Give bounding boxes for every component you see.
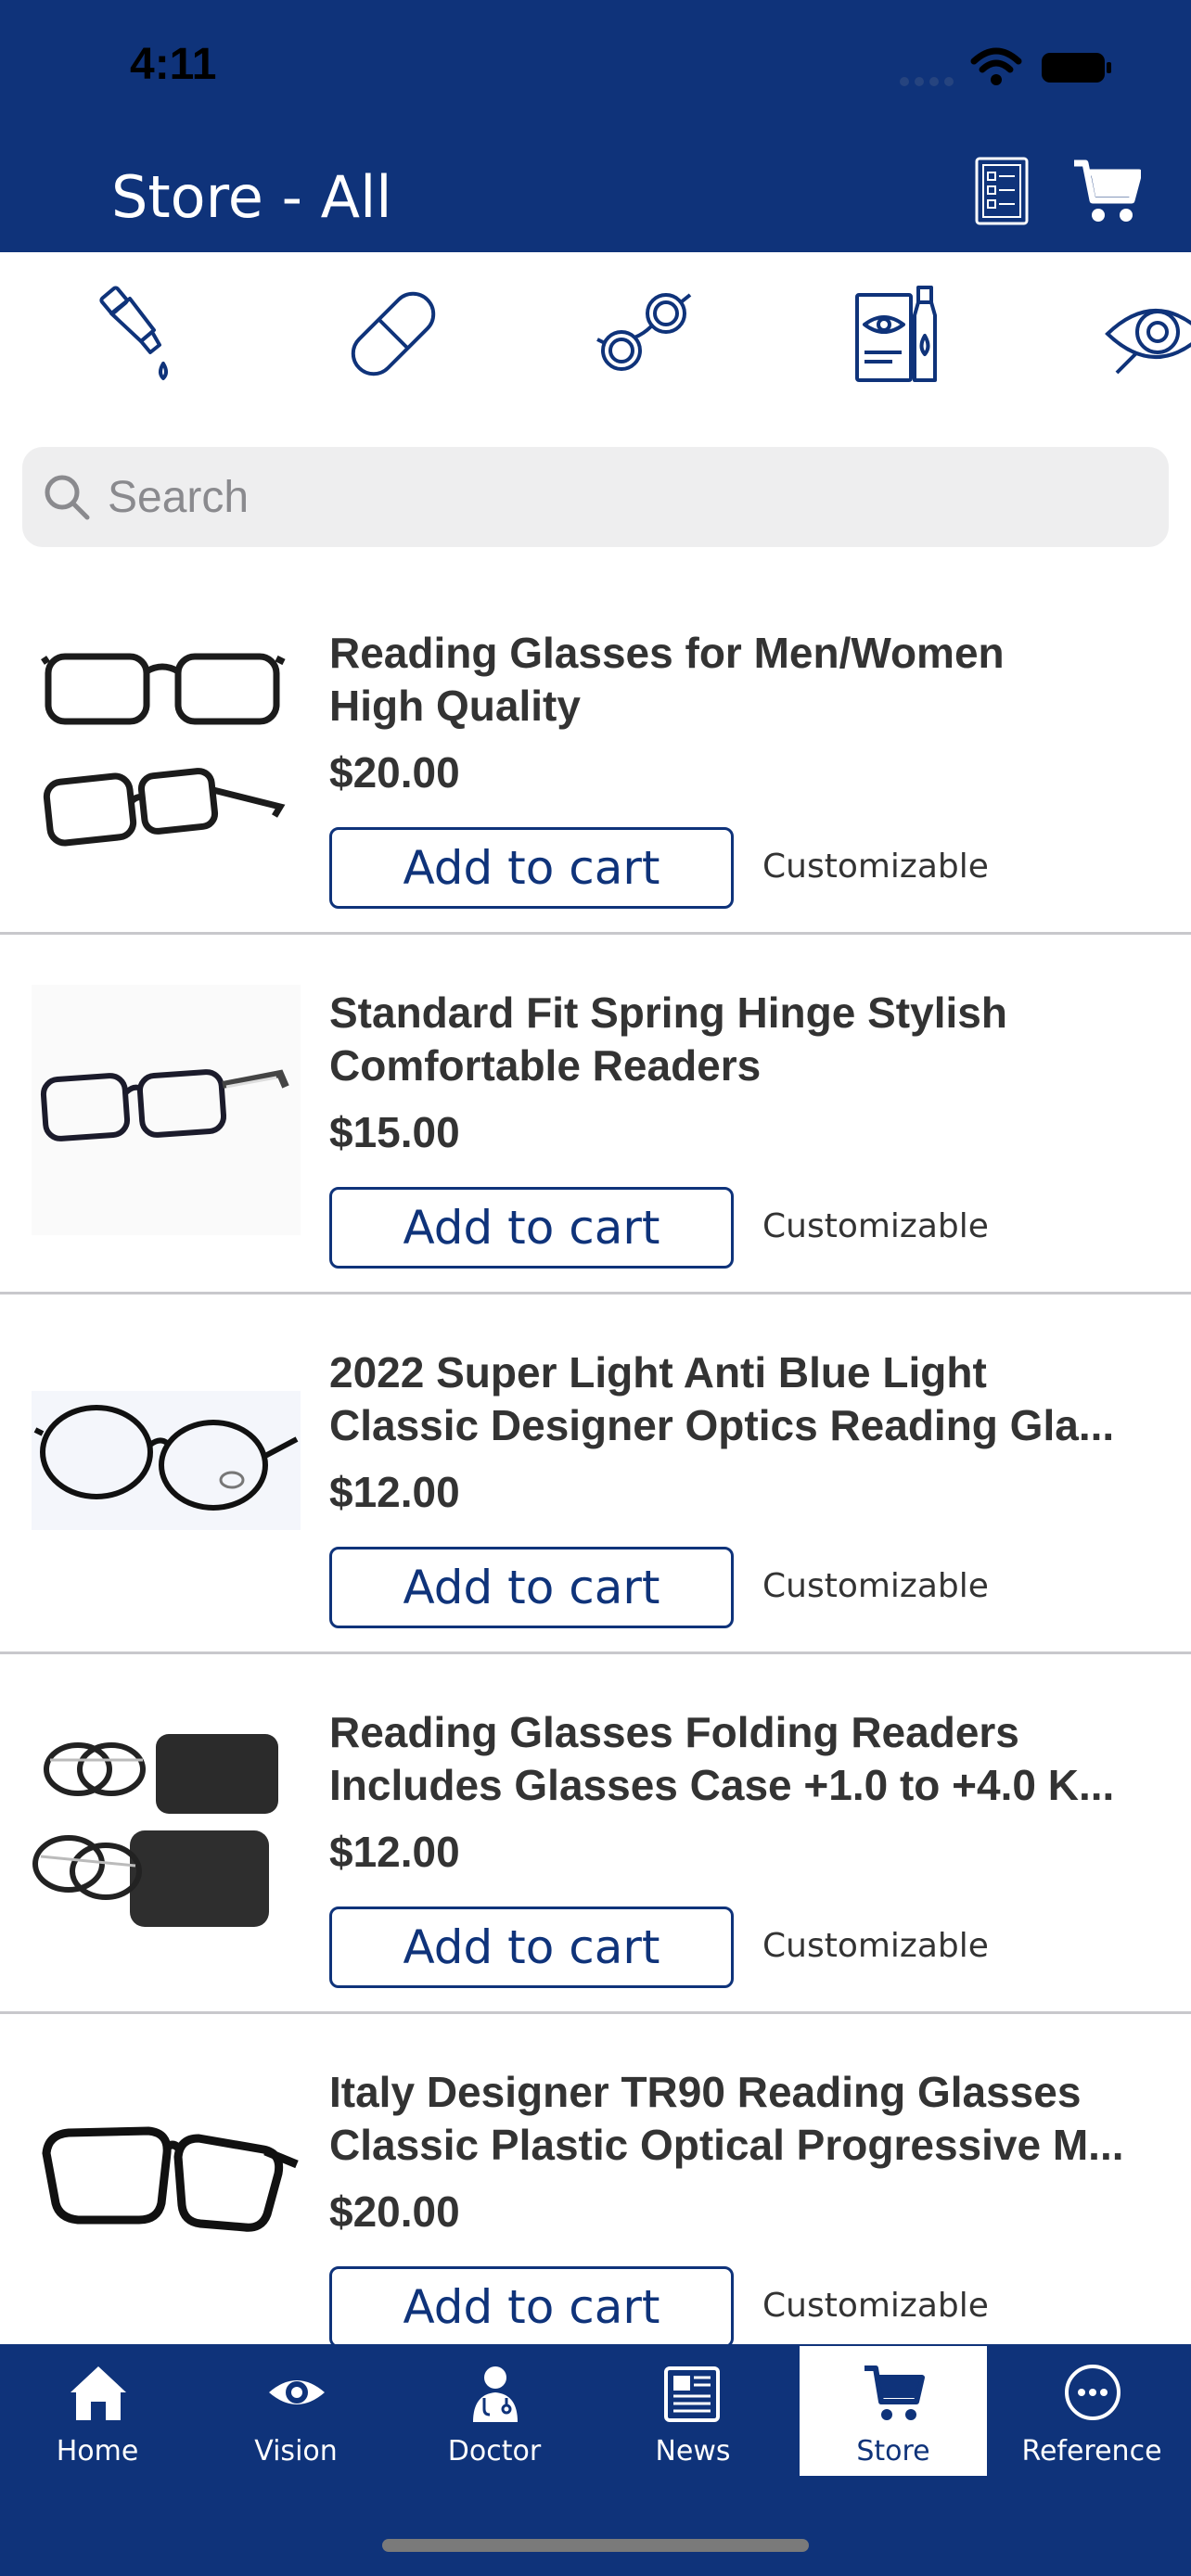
eye-drops-icon[interactable] (83, 278, 195, 389)
product-price: $12.00 (329, 1828, 460, 1876)
doctor-icon (473, 2366, 518, 2422)
product-image (32, 1391, 301, 1530)
product-price: $15.00 (329, 1108, 460, 1156)
search-input[interactable] (108, 465, 1128, 529)
product-item[interactable]: Reading Glasses Folding Readers Includes … (0, 1654, 1191, 2014)
tab-label: Reference (1021, 2435, 1162, 2468)
status-time: 4:11 (130, 40, 217, 89)
eye-icon (269, 2380, 325, 2404)
tab-doctor[interactable]: Doctor (401, 2346, 588, 2476)
checklist-icon[interactable] (974, 156, 1030, 226)
product-item[interactable]: 2022 Super Light Anti Blue Light Classic … (0, 1294, 1191, 1654)
cart-icon (864, 2366, 925, 2420)
customizable-label: Customizable (762, 1207, 989, 1245)
tab-reference[interactable]: Reference (998, 2346, 1185, 2476)
pill-capsule-icon[interactable] (338, 278, 449, 389)
product-name-line2: Includes Glasses Case +1.0 to +4.0 K... (329, 1761, 1115, 1809)
product-name[interactable]: 2022 Super Light Anti Blue Light Classic … (329, 1346, 1183, 1452)
cart-icon[interactable] (1072, 158, 1141, 224)
wifi-icon (970, 47, 1022, 85)
product-list: Reading Glasses for Men/Women High Qualit… (0, 575, 1191, 2344)
customizable-label: Customizable (762, 1567, 989, 1605)
home-indicator[interactable] (382, 2539, 809, 2552)
battery-icon (1042, 53, 1111, 83)
product-item[interactable]: Italy Designer TR90 Reading Glasses Class… (0, 2014, 1191, 2344)
home-icon (70, 2366, 126, 2420)
product-image (32, 985, 301, 1235)
product-image (41, 653, 286, 847)
tab-label: Doctor (447, 2435, 542, 2468)
category-strip (0, 252, 1191, 419)
product-name[interactable]: Italy Designer TR90 Reading Glasses Class… (329, 2066, 1183, 2172)
tab-vision[interactable]: Vision (202, 2346, 390, 2476)
product-price: $20.00 (329, 2187, 460, 2236)
add-to-cart-button[interactable]: Add to cart (329, 2266, 734, 2344)
tab-home[interactable]: Home (4, 2346, 191, 2476)
more-icon (1065, 2365, 1121, 2420)
product-image (42, 2126, 299, 2232)
customizable-label: Customizable (762, 2287, 989, 2325)
product-name-line1: Standard Fit Spring Hinge Stylish (329, 988, 1007, 1037)
newspaper-icon (664, 2366, 720, 2422)
product-name-line1: Reading Glasses for Men/Women (329, 629, 1005, 677)
product-name-line1: Reading Glasses Folding Readers (329, 1708, 1019, 1756)
tab-label: Home (56, 2435, 139, 2468)
product-price: $12.00 (329, 1468, 460, 1516)
product-name[interactable]: Reading Glasses Folding Readers Includes … (329, 1706, 1183, 1812)
product-name-line2: High Quality (329, 682, 581, 730)
product-name-line2: Comfortable Readers (329, 1041, 762, 1090)
tab-store[interactable]: Store (800, 2346, 987, 2476)
add-to-cart-button[interactable]: Add to cart (329, 1906, 734, 1988)
app-header: 4:11 Store - All (0, 0, 1191, 252)
product-name[interactable]: Standard Fit Spring Hinge Stylish Comfort… (329, 987, 1183, 1092)
product-name-line2: Classic Designer Optics Reading Gla... (329, 1401, 1115, 1449)
tab-label: News (655, 2435, 731, 2468)
page-title: Store - All (111, 163, 392, 231)
product-item[interactable]: Reading Glasses for Men/Women High Qualit… (0, 575, 1191, 935)
add-to-cart-button[interactable]: Add to cart (329, 1187, 734, 1269)
tab-label: Vision (254, 2435, 338, 2468)
customizable-label: Customizable (762, 1927, 989, 1965)
search-bar[interactable] (22, 447, 1169, 547)
product-name-line1: Italy Designer TR90 Reading Glasses (329, 2068, 1082, 2116)
eye-exam-icon[interactable] (1100, 278, 1191, 389)
product-item[interactable]: Standard Fit Spring Hinge Stylish Comfort… (0, 935, 1191, 1294)
product-name-line1: 2022 Super Light Anti Blue Light (329, 1348, 987, 1396)
product-name-line2: Classic Plastic Optical Progressive M... (329, 2121, 1124, 2169)
product-price: $20.00 (329, 748, 460, 797)
add-to-cart-button[interactable]: Add to cart (329, 827, 734, 909)
add-to-cart-button[interactable]: Add to cart (329, 1547, 734, 1628)
tab-news[interactable]: News (599, 2346, 787, 2476)
glasses-icon[interactable] (592, 278, 703, 389)
product-image (32, 1734, 278, 1927)
eye-care-products-icon[interactable] (846, 278, 957, 389)
signal-icon (900, 74, 959, 86)
product-name[interactable]: Reading Glasses for Men/Women High Qualit… (329, 627, 1183, 733)
customizable-label: Customizable (762, 848, 989, 886)
search-icon (45, 475, 90, 520)
tab-label: Store (856, 2435, 930, 2468)
